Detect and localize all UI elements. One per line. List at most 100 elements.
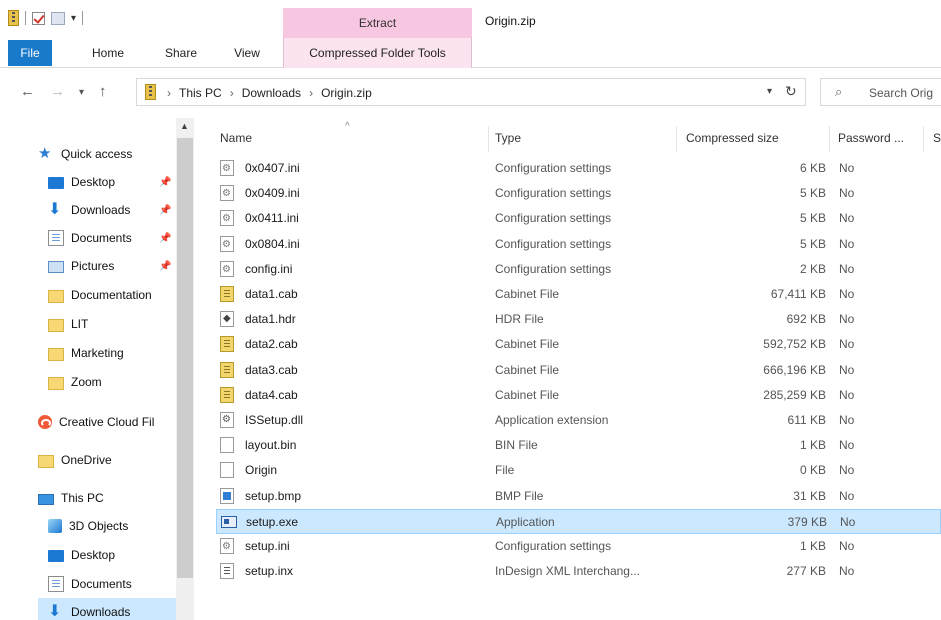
file-password: No	[840, 514, 856, 529]
file-row[interactable]: config.ini Configuration settings 2 KB No	[216, 257, 941, 282]
ini-file-icon	[220, 185, 234, 202]
file-compressed-size: 1 KB	[799, 539, 826, 553]
file-row[interactable]: setup.bmp BMP File 31 KB No	[216, 484, 941, 509]
file-name: 0x0407.ini	[245, 161, 300, 175]
file-compressed-size: 379 KB	[787, 514, 827, 529]
nav-scrollbar[interactable]: ▲	[176, 118, 194, 620]
sidebar-item-label: Zoom	[71, 375, 102, 389]
file-type: Cabinet File	[495, 287, 560, 301]
computer-icon	[38, 493, 54, 505]
sidebar-item-downloads[interactable]: Downloads 📌	[48, 196, 171, 224]
exe-file-icon	[221, 515, 237, 528]
breadcrumb-this-pc[interactable]: This PC	[179, 86, 222, 100]
address-bar[interactable]: › This PC › Downloads › Origin.zip ▾ ↻	[136, 78, 806, 106]
quick-access-toolbar: ▾	[8, 10, 84, 26]
file-name: 0x0409.ini	[245, 186, 300, 201]
folder-icon	[48, 377, 64, 390]
sidebar-item-label: Documents	[71, 231, 132, 245]
sidebar-item-onedrive[interactable]: OneDrive	[38, 446, 112, 474]
tab-view[interactable]: View	[227, 38, 267, 68]
refresh-icon[interactable]: ↻	[785, 83, 797, 100]
file-row[interactable]: layout.bin BIN File 1 KB No	[216, 433, 941, 458]
sidebar-item-creative-cloud[interactable]: Creative Cloud Fil	[38, 408, 154, 436]
scroll-up-arrow-icon[interactable]: ▲	[180, 121, 189, 131]
column-header-extra[interactable]: S	[933, 131, 941, 145]
forward-arrow-icon[interactable]: →	[50, 83, 65, 100]
sidebar-item-this-pc[interactable]: This PC	[38, 484, 104, 512]
file-row[interactable]: setup.inx InDesign XML Interchang... 277 K…	[216, 559, 941, 584]
file-type: BMP File	[495, 488, 544, 503]
file-name: data2.cab	[245, 337, 298, 352]
file-type: Configuration settings	[495, 186, 612, 201]
file-row[interactable]: setup.exe Application 379 KB No	[216, 508, 941, 534]
file-row[interactable]: data2.cab Cabinet File 592,752 KB No	[216, 332, 941, 357]
file-row[interactable]: 0x0804.ini Configuration settings 5 KB No	[216, 232, 941, 257]
file-compressed-size: 0 KB	[799, 463, 826, 478]
file-row[interactable]: ISSetup.dll Application extension 611 KB No	[216, 408, 941, 433]
file-compressed-size: 1 KB	[799, 438, 826, 453]
tab-share[interactable]: Share	[161, 38, 201, 68]
breadcrumb-downloads[interactable]: Downloads	[242, 86, 301, 100]
file-type: Application extension	[495, 413, 609, 427]
sidebar-item-label: Pictures	[71, 259, 115, 273]
window-title: Origin.zip	[485, 14, 536, 28]
file-row[interactable]: data1.cab Cabinet File 67,411 KB No	[216, 282, 941, 307]
new-folder-icon[interactable]	[51, 11, 65, 25]
sidebar-item-zoom[interactable]: Zoom	[48, 368, 102, 396]
tab-home[interactable]: Home	[88, 38, 128, 68]
address-dropdown-chevron-icon[interactable]: ▾	[767, 86, 772, 97]
sidebar-item-label: OneDrive	[61, 453, 112, 467]
breadcrumb-origin-zip[interactable]: Origin.zip	[321, 86, 372, 100]
column-divider[interactable]	[488, 126, 489, 152]
file-type: Configuration settings	[495, 161, 612, 175]
customize-toolbar-chevron-icon[interactable]: ▾	[71, 13, 76, 24]
file-row[interactable]: setup.ini Configuration settings 1 KB No	[216, 534, 941, 559]
sidebar-item-quick-access[interactable]: Quick access	[38, 140, 132, 168]
search-input[interactable]: ⌕ Search Orig	[820, 78, 941, 106]
file-row[interactable]: data1.hdr HDR File 692 KB No	[216, 307, 941, 332]
sidebar-item-documents-pc[interactable]: Documents	[48, 570, 132, 598]
pin-icon: 📌	[159, 176, 172, 188]
cab-file-icon	[220, 361, 234, 378]
column-divider[interactable]	[829, 126, 830, 152]
column-divider[interactable]	[676, 126, 677, 152]
recent-locations-chevron-icon[interactable]: ▾	[79, 87, 84, 98]
column-header-password[interactable]: Password ...	[838, 131, 904, 145]
tab-file[interactable]: File	[8, 40, 52, 66]
sidebar-item-documentation[interactable]: Documentation	[48, 281, 152, 309]
file-row[interactable]: Origin File 0 KB No	[216, 458, 941, 483]
back-arrow-icon[interactable]: ←	[20, 83, 35, 100]
sidebar-item-3d-objects[interactable]: 3D Objects	[48, 512, 128, 540]
tab-compressed-folder-tools[interactable]: Compressed Folder Tools	[283, 38, 472, 68]
sidebar-item-marketing[interactable]: Marketing	[48, 339, 124, 367]
column-header-type[interactable]: Type	[495, 131, 521, 145]
file-row[interactable]: 0x0409.ini Configuration settings 5 KB No	[216, 181, 941, 206]
file-compressed-size: 5 KB	[799, 186, 826, 201]
file-password: No	[839, 362, 855, 377]
file-name: ISSetup.dll	[245, 413, 304, 427]
sidebar-item-pictures[interactable]: Pictures 📌	[48, 252, 171, 280]
up-arrow-icon[interactable]: ↑	[99, 83, 107, 100]
file-row[interactable]: 0x0407.ini Configuration settings 6 KB No	[216, 156, 941, 181]
file-password: No	[839, 236, 855, 251]
pin-icon: 📌	[159, 260, 172, 272]
file-row[interactable]: data3.cab Cabinet File 666,196 KB No	[216, 358, 941, 383]
desktop-icon	[48, 177, 64, 189]
column-divider[interactable]	[923, 126, 924, 152]
blank-file-icon	[220, 437, 234, 454]
sidebar-item-lit[interactable]: LIT	[48, 310, 88, 338]
properties-icon[interactable]	[32, 11, 45, 25]
scroll-thumb[interactable]	[177, 138, 193, 578]
file-row[interactable]: data4.cab Cabinet File 285,259 KB No	[216, 383, 941, 408]
file-compressed-size: 2 KB	[799, 261, 826, 276]
sidebar-item-downloads-pc[interactable]: Downloads	[38, 598, 176, 620]
column-header-name[interactable]: Name	[220, 131, 252, 145]
sidebar-item-documents[interactable]: Documents 📌	[48, 224, 171, 252]
column-header-compressed-size[interactable]: Compressed size	[686, 131, 779, 145]
file-row[interactable]: 0x0411.ini Configuration settings 5 KB No	[216, 206, 941, 231]
extract-context-tab[interactable]: Extract	[283, 8, 472, 39]
file-name: 0x0804.ini	[245, 236, 300, 251]
file-type: Cabinet File	[495, 362, 560, 377]
sidebar-item-desktop-pc[interactable]: Desktop	[48, 541, 115, 569]
sidebar-item-desktop[interactable]: Desktop 📌	[48, 168, 171, 196]
